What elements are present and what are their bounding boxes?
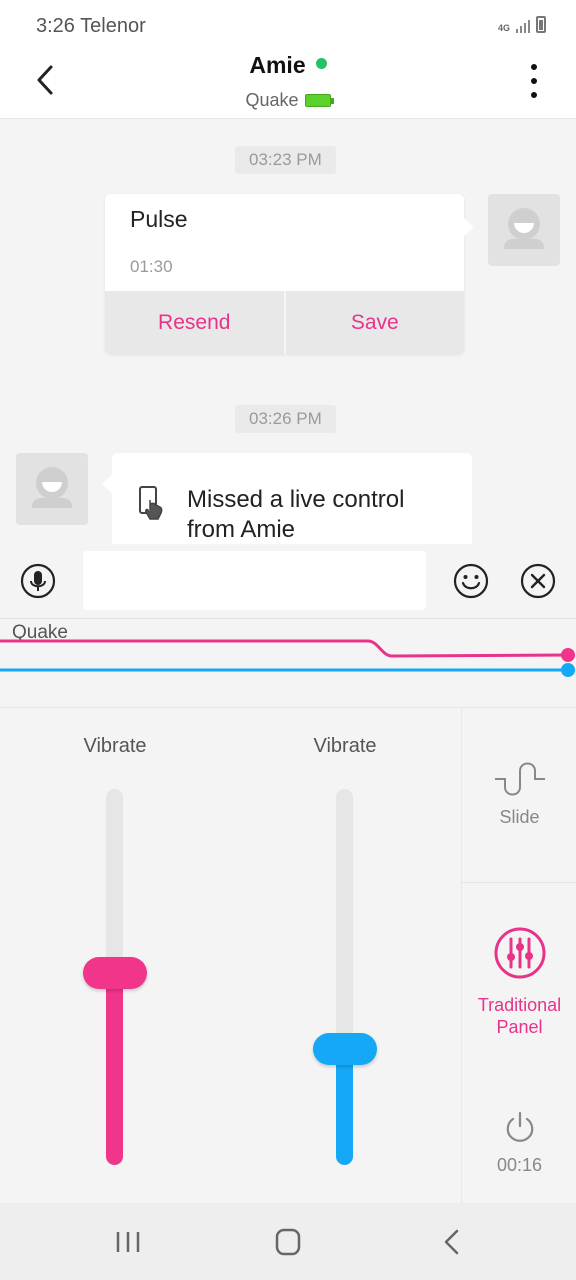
online-status-dot bbox=[315, 58, 327, 69]
resend-button[interactable]: Resend bbox=[105, 291, 284, 354]
home-button[interactable] bbox=[268, 1225, 308, 1259]
system-nav-bar bbox=[0, 1203, 576, 1280]
pink-intensity-dot bbox=[561, 648, 575, 662]
message-input-bar bbox=[0, 544, 576, 619]
message-input[interactable] bbox=[83, 551, 426, 610]
missed-control-message[interactable]: Missed a live control from Amie bbox=[102, 453, 472, 544]
slider-label-1: Vibrate bbox=[83, 735, 147, 757]
device-battery-icon bbox=[304, 94, 334, 107]
close-icon bbox=[520, 563, 556, 599]
pattern-title: Pulse bbox=[130, 206, 188, 232]
traditional-panel-label: Traditional Panel bbox=[477, 995, 562, 1037]
sliders-icon bbox=[494, 927, 545, 979]
battery-icon bbox=[536, 16, 546, 33]
status-bar: 3:26 Telenor 4G bbox=[0, 0, 576, 52]
blue-intensity-dot bbox=[561, 663, 575, 677]
traditional-panel-button[interactable]: Traditional Panel bbox=[462, 925, 576, 1038]
slide-mode-label: Slide bbox=[499, 807, 540, 827]
recent-apps-icon bbox=[116, 1232, 140, 1252]
power-icon bbox=[506, 1111, 533, 1142]
contact-name: Amie bbox=[0, 52, 576, 79]
pattern-message[interactable]: Pulse 01:30 Resend Save bbox=[105, 194, 474, 354]
status-time: 3:26 Telenor bbox=[36, 15, 146, 37]
vibrate-slider-1-thumb[interactable] bbox=[83, 957, 147, 989]
device-status: Quake bbox=[0, 90, 576, 111]
my-avatar[interactable] bbox=[488, 194, 560, 266]
intensity-lines bbox=[0, 639, 575, 677]
pink-intensity-line bbox=[0, 639, 569, 658]
vibrate-slider-2-fill bbox=[336, 1049, 353, 1165]
chat-header: Amie Quake bbox=[0, 52, 576, 119]
vibrate-slider-2-thumb[interactable] bbox=[313, 1033, 377, 1065]
nav-back-icon bbox=[444, 1229, 459, 1255]
signal-icon bbox=[516, 17, 530, 33]
more-options-button[interactable] bbox=[526, 64, 542, 98]
nav-back-button[interactable] bbox=[431, 1225, 471, 1259]
power-timer-button[interactable]: 00:16 bbox=[462, 1109, 576, 1176]
smiley-icon bbox=[453, 563, 489, 599]
pattern-duration: 01:30 bbox=[130, 257, 173, 276]
voice-button[interactable] bbox=[20, 563, 56, 599]
slider-label-2: Vibrate bbox=[313, 735, 377, 757]
vibrate-slider-1-fill bbox=[106, 973, 123, 1165]
pattern-actions: Resend Save bbox=[105, 291, 464, 354]
chat-messages[interactable]: 03:23 PM Pulse 01:30 Resend Save 03:26 P… bbox=[0, 120, 576, 544]
slide-mode-button[interactable]: Slide bbox=[462, 757, 576, 828]
home-icon bbox=[275, 1228, 301, 1256]
intensity-graph: Quake bbox=[0, 620, 576, 708]
mode-sidebar: Slide Traditional Panel 00:16 bbox=[461, 709, 576, 1203]
close-control-button[interactable] bbox=[520, 563, 556, 599]
contact-avatar[interactable] bbox=[16, 453, 88, 525]
timestamp-chip: 03:26 PM bbox=[235, 405, 336, 433]
timestamp-chip: 03:23 PM bbox=[235, 146, 336, 174]
missed-control-text: Missed a live control from Amie bbox=[187, 486, 405, 543]
microphone-icon bbox=[20, 563, 56, 599]
phone-touch-icon bbox=[139, 486, 163, 520]
control-panel: Vibrate Vibrate Slide Traditional Panel bbox=[0, 709, 576, 1203]
save-button[interactable]: Save bbox=[283, 291, 465, 354]
wave-icon bbox=[494, 762, 545, 796]
timer-label: 00:16 bbox=[496, 1155, 543, 1175]
network-type-icon: 4G bbox=[497, 23, 510, 33]
recent-apps-button[interactable] bbox=[108, 1225, 148, 1259]
status-icons: 4G bbox=[498, 16, 546, 33]
emoji-button[interactable] bbox=[453, 563, 489, 599]
